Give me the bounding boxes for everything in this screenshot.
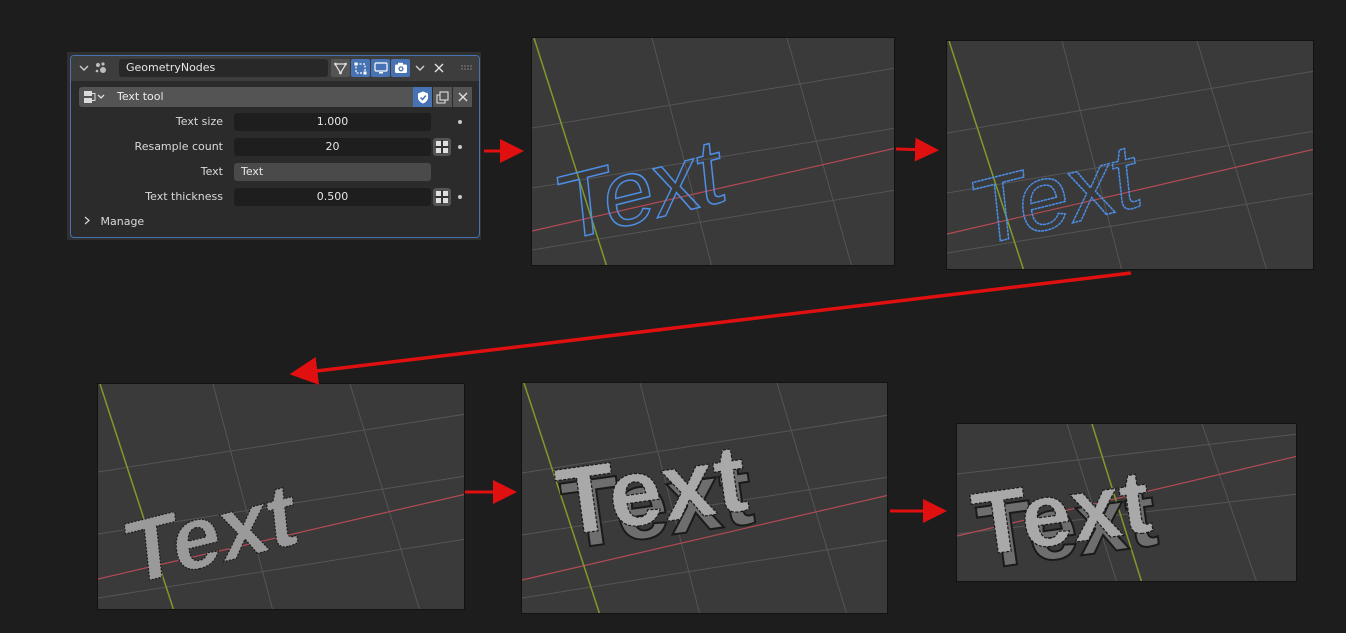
viewport-2-canvas: Text: [947, 41, 1313, 269]
extra-menu-icon[interactable]: [413, 61, 427, 75]
keyframe-dot-icon[interactable]: [458, 195, 462, 199]
manage-panel-toggle[interactable]: Manage: [83, 215, 144, 229]
keyframe-dot-icon[interactable]: [458, 120, 462, 124]
modifier-panel: GeometryNodes Text tool Text size 1.000 …: [67, 52, 481, 240]
viewport-filled-mesh[interactable]: Text: [97, 383, 465, 610]
attribute-toggle-icon[interactable]: [433, 188, 451, 206]
on-cage-icon[interactable]: [351, 59, 370, 77]
modifier-header: GeometryNodes: [71, 56, 479, 81]
drag-handle-icon[interactable]: [459, 62, 473, 74]
viewport-extruded-closeup[interactable]: Text Text: [956, 423, 1297, 582]
viewport-curve-outline[interactable]: Text: [531, 37, 895, 266]
text-size-label: Text size: [175, 115, 223, 128]
render-icon[interactable]: [391, 59, 410, 77]
viewport-resampled-curve[interactable]: Text: [946, 40, 1314, 270]
text-size-field[interactable]: 1.000: [234, 113, 431, 131]
node-group-name-field[interactable]: Text tool: [109, 87, 413, 107]
resample-count-field[interactable]: 20: [234, 138, 431, 156]
edit-mode-icon[interactable]: [331, 59, 350, 77]
viewport-4-canvas: Text Text: [522, 383, 887, 613]
manage-label: Manage: [100, 215, 145, 228]
text-input[interactable]: Text: [234, 163, 431, 181]
modifier-panel-frame: GeometryNodes Text tool Text size 1.000 …: [70, 55, 480, 238]
text-label: Text: [200, 165, 223, 178]
fake-user-shield-icon[interactable]: [413, 87, 432, 107]
keyframe-dot-icon[interactable]: [458, 145, 462, 149]
delete-icon[interactable]: [432, 61, 446, 75]
collapse-chevron-icon[interactable]: [77, 61, 91, 75]
viewport-1-canvas: Text: [532, 38, 894, 265]
viewport-3-canvas: Text: [98, 384, 464, 609]
arrow-2-icon: [895, 137, 939, 162]
node-group-selector: Text tool: [79, 87, 472, 107]
viewport-5-canvas: Text Text: [957, 424, 1296, 581]
manage-chevron-icon: [83, 215, 91, 228]
attribute-toggle-icon[interactable]: [433, 138, 451, 156]
modifier-name-field[interactable]: GeometryNodes: [119, 59, 328, 77]
realtime-icon[interactable]: [371, 59, 390, 77]
viewport-extruded-mesh[interactable]: Text Text: [521, 382, 888, 614]
text-thickness-label: Text thickness: [145, 190, 223, 203]
resample-count-label: Resample count: [134, 140, 223, 153]
node-tree-icon[interactable]: [79, 87, 109, 107]
geometry-nodes-icon: [93, 60, 109, 76]
arrow-3-icon: [289, 271, 1132, 385]
text-thickness-field[interactable]: 0.500: [234, 188, 431, 206]
unlink-icon[interactable]: [453, 87, 472, 107]
duplicate-icon[interactable]: [433, 87, 452, 107]
